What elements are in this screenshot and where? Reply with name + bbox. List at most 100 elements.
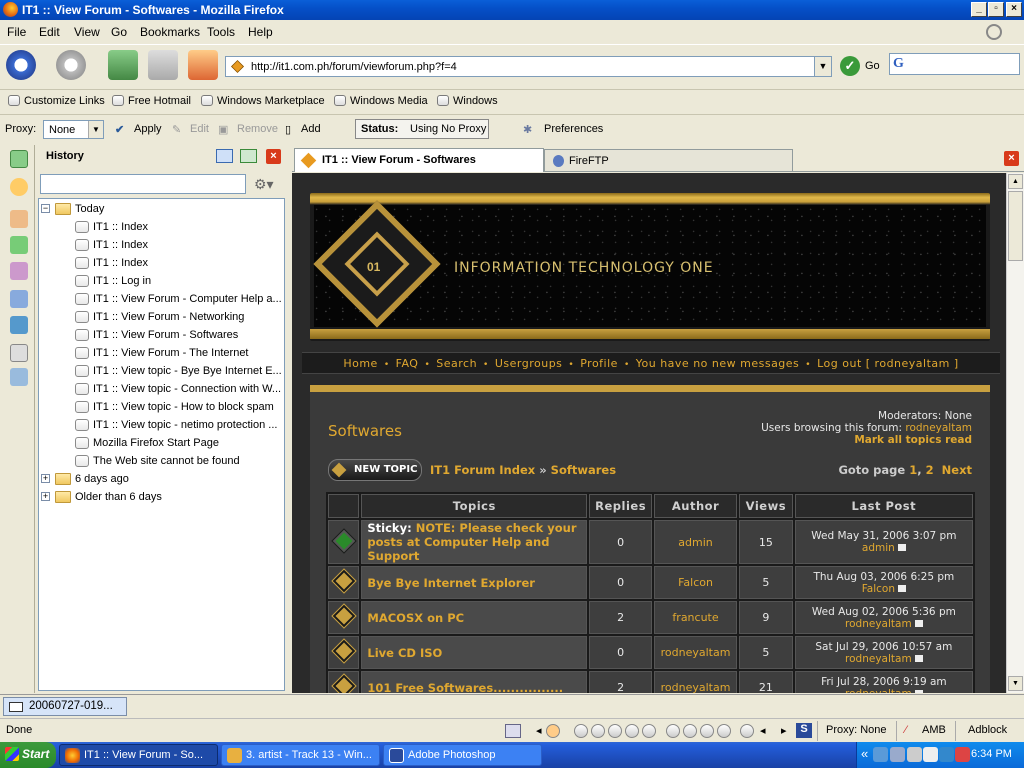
task-firefox[interactable]: IT1 :: View Forum - So... [59, 744, 218, 766]
status-adblock[interactable]: Adblock [968, 724, 1007, 736]
history-search-input[interactable] [40, 174, 246, 194]
menu-file[interactable]: File [7, 25, 26, 39]
history-item[interactable]: IT1 :: View Forum - Softwares [39, 327, 284, 345]
history-item[interactable]: The Web site cannot be found [39, 453, 284, 471]
view-latest-post-icon[interactable] [914, 689, 923, 693]
proxy-select[interactable]: None ▼ [43, 120, 104, 139]
close-tab-icon[interactable]: × [1004, 151, 1019, 166]
history-item[interactable]: IT1 :: View Forum - Networking [39, 309, 284, 327]
history-item[interactable]: IT1 :: View topic - netimo protection ..… [39, 417, 284, 435]
download-item[interactable]: 20060727-019... [3, 697, 127, 716]
bookmark-free-hotmail[interactable]: Free Hotmail [112, 95, 191, 107]
topic-author-link[interactable]: rodneyaltam [661, 646, 731, 659]
tools-icon[interactable] [10, 262, 28, 280]
apply-button[interactable]: Apply [134, 123, 162, 135]
reload-icon[interactable] [108, 50, 138, 80]
history-item[interactable]: IT1 :: View topic - Bye Bye Internet E..… [39, 363, 284, 381]
scroll-up-button[interactable]: ▲ [1008, 174, 1023, 189]
history-item[interactable]: IT1 :: Index [39, 219, 284, 237]
last-post-user-link[interactable]: rodneyaltam [845, 618, 912, 630]
history-item[interactable]: IT1 :: View Forum - The Internet [39, 345, 284, 363]
tray-expand-button[interactable]: « [861, 746, 868, 761]
history-group-0[interactable]: − Today [39, 201, 279, 219]
mark-topics-read-link[interactable]: Mark all topics read [761, 434, 972, 446]
history-item[interactable]: Mozilla Firefox Start Page [39, 435, 284, 453]
media-left-arrow-icon[interactable]: ◂ [760, 724, 766, 737]
status-amb[interactable]: AMB [922, 724, 946, 736]
history-group-2[interactable]: + Older than 6 days [39, 489, 279, 507]
tab-softwares[interactable]: IT1 :: View Forum - Softwares [294, 148, 544, 172]
history-item[interactable]: IT1 :: View topic - How to block spam [39, 399, 284, 417]
menu-edit[interactable]: Edit [39, 25, 60, 39]
menu-bookmarks[interactable]: Bookmarks [140, 25, 200, 39]
task-photoshop[interactable]: Adobe Photoshop [383, 744, 542, 766]
go-icon[interactable]: ✓ [840, 56, 860, 76]
media-shuffle-icon[interactable] [666, 724, 680, 738]
media-volume-icon[interactable] [740, 724, 754, 738]
preferences-button[interactable]: Preferences [544, 123, 603, 135]
topic-link[interactable]: 101 Free Softwares................ [367, 681, 563, 694]
history-item[interactable]: IT1 :: Index [39, 255, 284, 273]
folder-icon[interactable] [10, 210, 28, 228]
scroll-down-button[interactable]: ▼ [1008, 676, 1023, 691]
search-input[interactable]: G [889, 53, 1020, 75]
media-right-arrow-icon[interactable]: ▸ [781, 724, 787, 737]
tray-monitor-icon[interactable] [939, 747, 954, 762]
media-down-icon[interactable] [717, 724, 731, 738]
media-stop-icon[interactable] [625, 724, 639, 738]
media-eject-icon[interactable] [683, 724, 697, 738]
remove-button[interactable]: Remove [237, 123, 278, 135]
topic-link[interactable]: MACOSX on PC [367, 611, 464, 625]
add-button[interactable]: Add [301, 123, 321, 135]
next-page-link[interactable]: Next [942, 463, 972, 477]
close-icon[interactable]: × [266, 149, 281, 164]
page-scrollbar[interactable]: ▲ ▼ [1006, 173, 1024, 693]
view-latest-post-icon[interactable] [914, 619, 923, 627]
downloads-icon[interactable] [10, 290, 28, 308]
site-nav-link[interactable]: Profile [580, 357, 618, 370]
home-icon[interactable] [188, 50, 218, 80]
expand-icon[interactable]: + [41, 474, 50, 483]
status-proxy[interactable]: Proxy: None [826, 724, 887, 736]
history-group-1[interactable]: +6 days ago [39, 471, 279, 489]
view-latest-post-icon[interactable] [897, 544, 906, 551]
site-nav-link[interactable]: Usergroups [495, 357, 563, 370]
tab-fireftp[interactable]: FireFTP [544, 149, 793, 171]
s-icon[interactable]: S [796, 723, 812, 738]
topic-author-link[interactable]: francute [672, 611, 718, 624]
sync-icon[interactable] [240, 149, 257, 163]
history-icon[interactable] [10, 150, 28, 168]
last-post-user-link[interactable]: Falcon [862, 583, 895, 595]
gear-icon[interactable]: ⚙▾ [254, 176, 274, 193]
menu-help[interactable]: Help [248, 25, 273, 39]
tray-network-icon[interactable] [873, 747, 888, 762]
view-icon[interactable] [216, 149, 233, 163]
media-prev-arrow-icon[interactable]: ◂ [536, 724, 542, 737]
collapse-icon[interactable]: − [41, 204, 50, 213]
history-item[interactable]: IT1 :: Log in [39, 273, 284, 291]
tray-globe-icon[interactable] [890, 747, 905, 762]
start-button[interactable]: Start [0, 742, 56, 768]
history-item[interactable]: IT1 :: Index [39, 237, 284, 255]
history-item[interactable]: IT1 :: View topic - Connection with W... [39, 381, 284, 399]
expand-icon[interactable]: + [41, 492, 50, 501]
dom-inspector-icon[interactable] [10, 368, 28, 386]
new-topic-button[interactable]: NEW TOPIC [328, 459, 422, 481]
topic-author-link[interactable]: rodneyaltam [661, 681, 731, 693]
site-nav-link[interactable]: Search [436, 357, 477, 370]
tray-doc-icon[interactable] [923, 747, 938, 762]
media-next-icon[interactable] [642, 724, 656, 738]
bookmark-windows-media[interactable]: Windows Media [334, 95, 428, 107]
back-button[interactable] [6, 50, 36, 80]
menu-view[interactable]: View [74, 25, 100, 39]
media-prev-icon[interactable] [574, 724, 588, 738]
bookmark-customize-links[interactable]: Customize Links [8, 95, 105, 107]
tray-shield-icon[interactable] [907, 747, 922, 762]
media-play-icon[interactable] [591, 724, 605, 738]
edit-button[interactable]: Edit [190, 123, 209, 135]
site-nav-link[interactable]: Home [343, 357, 377, 370]
view-latest-post-icon[interactable] [898, 584, 906, 592]
site-nav-link[interactable]: FAQ [396, 357, 419, 370]
topic-author-link[interactable]: Falcon [678, 576, 713, 589]
topic-author-link[interactable]: admin [678, 536, 712, 549]
